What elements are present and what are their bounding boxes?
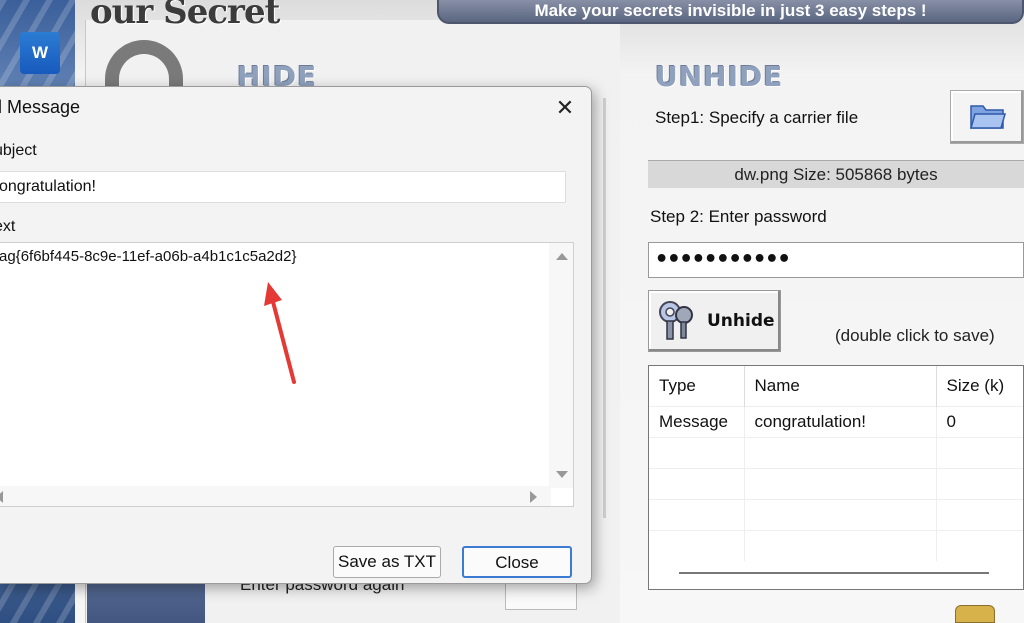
cell-type: Message <box>649 405 745 437</box>
table-row[interactable]: Message congratulation! 0 <box>649 405 1023 437</box>
scroll-right-icon[interactable] <box>530 491 537 503</box>
empty-table-row <box>649 498 1023 530</box>
column-header-size[interactable]: Size (k) <box>936 366 1023 406</box>
word-app-icon[interactable]: W <box>20 32 60 74</box>
close-icon[interactable]: ✕ <box>548 93 582 123</box>
column-header-type[interactable]: Type <box>649 366 745 406</box>
unhide-password-field[interactable]: ••••••••••• <box>648 242 1024 278</box>
scroll-up-icon[interactable] <box>556 253 568 260</box>
close-button[interactable]: Close <box>462 546 572 578</box>
scroll-left-icon[interactable] <box>0 491 3 503</box>
bottom-app-icon[interactable] <box>955 605 995 623</box>
app-logo: our Secret <box>90 0 280 32</box>
hidden-files-table: Type Name Size (k) Message congratulatio… <box>648 365 1024 590</box>
column-header-name[interactable]: Name <box>744 366 937 406</box>
carrier-file-info: dw.png Size: 505868 bytes <box>648 160 1024 188</box>
step2-label: Step 2: Enter password <box>650 207 827 226</box>
hide-panel-divider <box>603 98 606 518</box>
save-as-txt-button[interactable]: Save as TXT <box>333 546 441 578</box>
step1-label: Step1: Specify a carrier file <box>655 108 859 127</box>
empty-table-row <box>649 467 1023 499</box>
horizontal-scrollbar[interactable] <box>0 486 551 506</box>
message-text: ag{6f6bf445-8c9e-11ef-a06b-a4b1c1c5a2d2} <box>0 248 297 265</box>
unhide-button[interactable]: Unhide <box>648 290 781 352</box>
word-icon-letter: W <box>31 43 49 62</box>
cell-name: congratulation! <box>744 405 937 437</box>
subject-field[interactable]: ongratulation! <box>0 171 566 203</box>
text-label: ext <box>0 218 16 235</box>
tagline-banner: Make your secrets invisible in just 3 ea… <box>437 0 1024 24</box>
vertical-scrollbar[interactable] <box>549 243 573 488</box>
empty-table-row <box>649 529 1023 561</box>
unhide-button-label: Unhide <box>707 311 775 331</box>
subject-label: ubject <box>0 142 37 159</box>
empty-table-row <box>649 436 1023 468</box>
folder-icon <box>970 105 1006 129</box>
open-carrier-file-button[interactable] <box>950 90 1024 144</box>
scroll-down-icon[interactable] <box>556 471 568 478</box>
keys-icon <box>659 301 693 340</box>
dialog-title: d Message <box>0 97 81 117</box>
double-click-hint: (double click to save) <box>835 326 995 345</box>
annotation-arrow-icon <box>264 282 296 384</box>
cell-size: 0 <box>936 405 1023 437</box>
table-header-row: Type Name Size (k) <box>649 366 1023 406</box>
unhide-section-title: UNHIDE <box>655 60 784 93</box>
table-horizontal-scrollbar[interactable] <box>679 572 989 574</box>
